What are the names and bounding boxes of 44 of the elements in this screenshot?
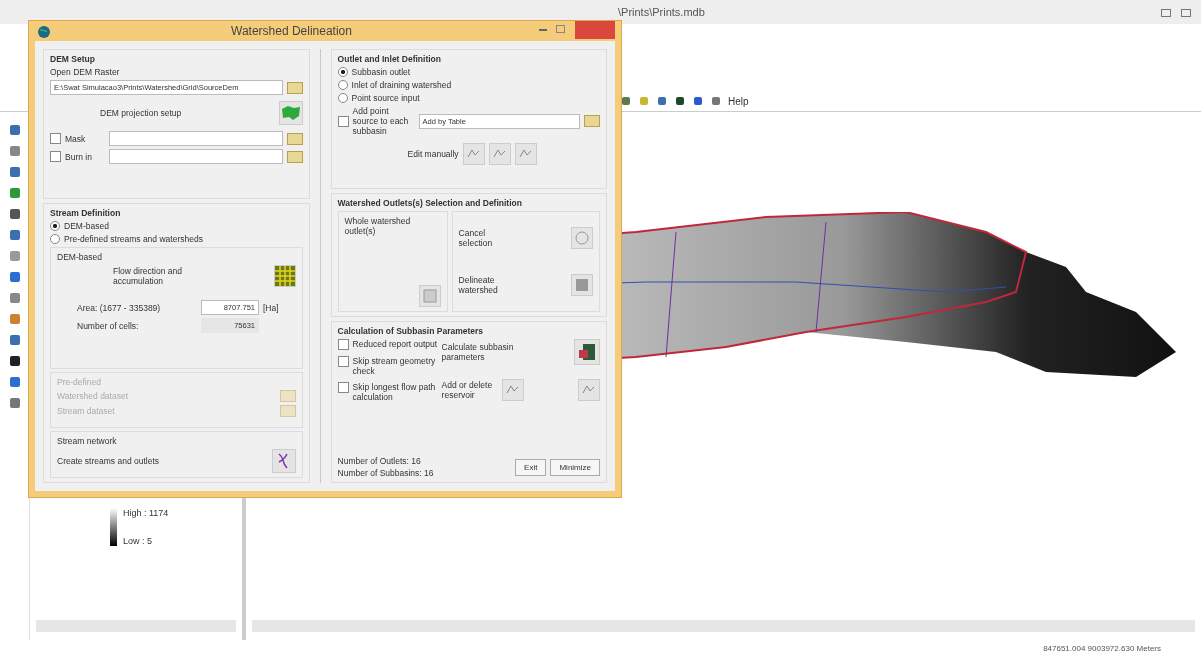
section-heading: Outlet and Inlet Definition — [337, 54, 442, 64]
legend-low: Low : 5 — [123, 536, 154, 546]
checkbox-label: Skip longest flow path calculation — [352, 382, 437, 402]
exit-button[interactable]: Exit — [515, 458, 547, 476]
group-label: Pre-defined — [57, 377, 102, 387]
field-label: Number of cells: — [77, 320, 140, 331]
checkbox-label: Burn in — [65, 151, 93, 162]
field-label: Create streams and outlets — [57, 456, 160, 466]
checkbox-label: Skip stream geometry check — [352, 356, 437, 376]
field-label: Flow direction and accumulation — [113, 266, 183, 286]
field-label: Whole watershed outlet(s) — [344, 216, 412, 236]
help-menu[interactable]: Help — [728, 96, 749, 107]
field-label: Stream dataset — [57, 406, 115, 416]
field-label: Watershed dataset — [57, 391, 129, 401]
minimize-button[interactable]: Minimize — [550, 458, 600, 476]
checkbox-label: Reduced report output — [352, 339, 438, 349]
window-title: \Prints\Prints.mdb — [618, 6, 705, 18]
checkbox-label: Add point source to each subbasin — [352, 106, 410, 136]
section-heading: Calculation of Subbasin Parameters — [337, 326, 485, 336]
dialog-title: Watershed Delineation — [231, 24, 352, 38]
section-heading: Watershed Outlets(s) Selection and Definition — [337, 198, 523, 208]
field-label: Calculate subbasin parameters — [441, 342, 515, 362]
group-label: DEM-based — [57, 252, 103, 262]
radio-label: Subbasin outlet — [351, 67, 411, 77]
field-label: Cancel selection — [458, 228, 494, 248]
legend-high: High : 1174 — [123, 508, 169, 518]
field-label: DEM projection setup — [100, 108, 182, 118]
group-label: Stream network — [57, 436, 118, 446]
radio-label: Point source input — [351, 93, 420, 103]
radio-label: Pre-defined streams and watersheds — [64, 234, 203, 244]
coordinates: 847651.004 9003972.630 Meters — [1043, 643, 1161, 653]
radio-label: Inlet of draining watershed — [351, 80, 452, 90]
subbasins-count: Number of Subbasins: 16 — [337, 468, 434, 478]
outlets-count: Number of Outlets: 16 — [337, 456, 422, 466]
unit-label: [Ha] — [263, 302, 279, 313]
field-label: Add or delete reservoir — [441, 380, 494, 400]
field-label: Edit manually — [407, 149, 459, 159]
checkbox-label: Mask — [65, 133, 87, 144]
section-heading: DEM Setup — [50, 54, 96, 64]
section-heading: Stream Definition — [50, 208, 122, 218]
radio-label: DEM-based — [64, 221, 109, 231]
field-label: Area: (1677 - 335389) — [77, 302, 162, 313]
field-label: Open DEM Raster — [50, 67, 121, 77]
field-label: Delineate watershed — [458, 275, 499, 295]
